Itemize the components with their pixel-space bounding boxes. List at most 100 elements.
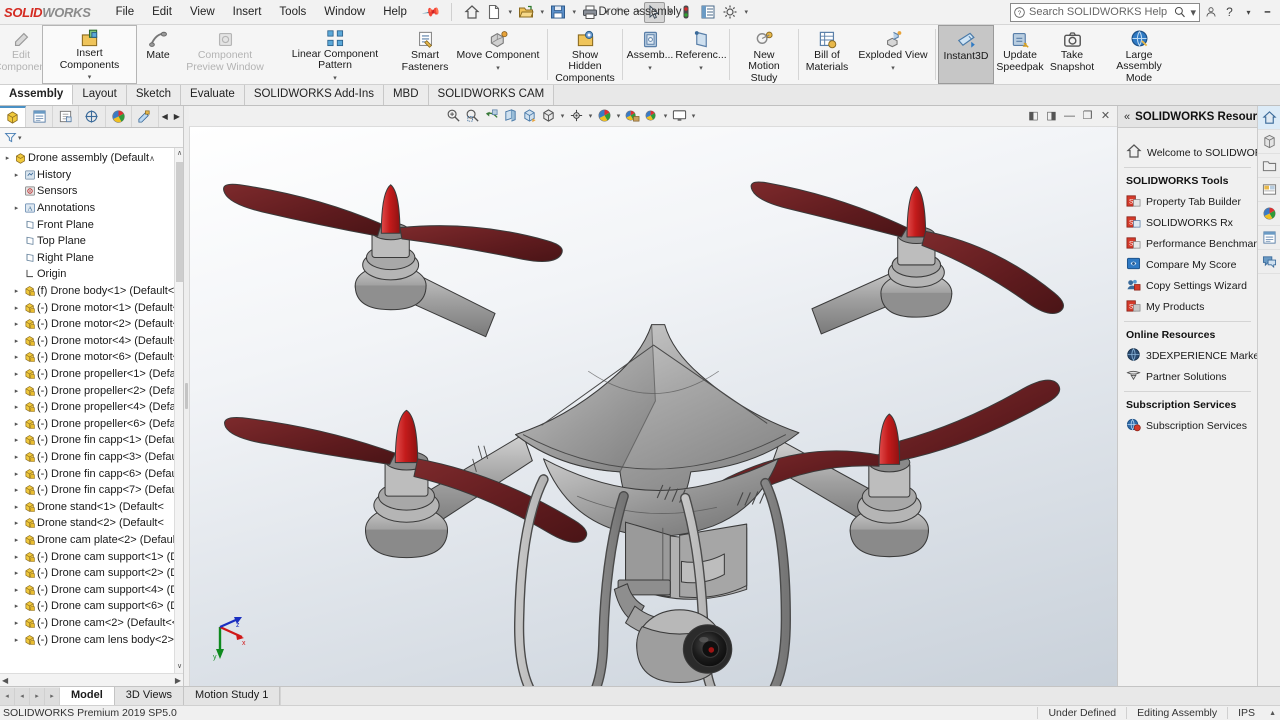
chevron-down-icon[interactable]: ▾ [88, 72, 92, 84]
tree-item-drone-cam-support-6-de[interactable]: ▸ (-) Drone cam support<6> (De [0, 598, 183, 615]
tree-expand-arrow[interactable]: ▸ [11, 586, 22, 594]
chevron-down-icon[interactable]: ▾ [742, 8, 751, 16]
ribbon-show-hidden-components-button[interactable]: Show Hidden Components [550, 25, 620, 84]
tree-expand-arrow[interactable]: ▸ [11, 353, 22, 361]
tree-root-item[interactable]: ▸ Drone assembly (Default∧ [0, 150, 183, 167]
menu-item-view[interactable]: View [181, 2, 224, 22]
configuration-manager-tab[interactable] [53, 106, 80, 127]
tree-item-drone-fin-capp-6-defaul[interactable]: ▸ (-) Drone fin capp<6> (Defaul [0, 465, 183, 482]
tab-assembly[interactable]: Assembly [0, 85, 74, 105]
tree-expand-arrow[interactable]: ▸ [11, 553, 22, 561]
task-pane-item-property-tab-builder[interactable]: S Property Tab Builder [1122, 191, 1257, 212]
task-pane-item-3dexperience-marketplace[interactable]: 3DEXPERIENCE Marketplace [1122, 345, 1257, 366]
chevron-down-icon[interactable]: ▾ [689, 112, 698, 120]
tree-expand-arrow[interactable]: ▸ [11, 287, 22, 295]
print-icon[interactable] [580, 2, 601, 23]
chevron-down-icon[interactable]: ▾ [699, 63, 703, 75]
tree-expand-arrow[interactable]: ▸ [11, 519, 22, 527]
tree-tab-scroll-left-icon[interactable]: ◀ [159, 106, 171, 127]
tree-collapse-icon[interactable]: ∧ [149, 154, 166, 163]
tree-expand-arrow[interactable]: ▸ [11, 536, 22, 544]
tree-expand-arrow[interactable]: ▸ [2, 154, 13, 162]
chevron-down-icon[interactable]: ▾ [661, 112, 670, 120]
chevron-down-icon[interactable]: ▾ [891, 63, 895, 75]
chevron-down-icon[interactable]: ▾ [333, 73, 337, 85]
previous-view-icon[interactable] [482, 106, 501, 125]
minimize-doc-icon[interactable]: — [1061, 107, 1078, 124]
tree-item-top-plane[interactable]: Top Plane [0, 233, 183, 250]
minimize-window-icon[interactable]: ━ [1259, 3, 1276, 22]
tree-item-origin[interactable]: Origin [0, 266, 183, 283]
display-manager-tab[interactable] [106, 106, 133, 127]
tree-expand-arrow[interactable]: ▸ [11, 636, 22, 644]
help-question-icon[interactable]: ? [1221, 3, 1238, 22]
view-settings-icon[interactable] [642, 106, 661, 125]
task-pane-item-subscription-services[interactable]: Subscription Services [1122, 415, 1257, 436]
tree-expand-arrow[interactable]: ▸ [11, 453, 22, 461]
tree-expand-arrow[interactable]: ▸ [11, 420, 22, 428]
bottom-tab-motion-study-1[interactable]: Motion Study 1 [184, 687, 281, 705]
prev-tab-icon[interactable]: ◂ [15, 687, 30, 705]
tree-item-history[interactable]: ▸ History [0, 167, 183, 184]
tree-tab-scroll-right-icon[interactable]: ▶ [171, 106, 183, 127]
tree-expand-arrow[interactable]: ▸ [11, 602, 22, 610]
tree-item-sensors[interactable]: Sensors [0, 183, 183, 200]
tree-item-drone-motor-4-default[interactable]: ▸ (-) Drone motor<4> (Default< [0, 333, 183, 350]
menu-item-insert[interactable]: Insert [224, 2, 271, 22]
ribbon-update-speedpak-button[interactable]: Update Speedpak [994, 25, 1046, 84]
ribbon-smart-fasteners-button[interactable]: Smart Fasteners [399, 25, 451, 84]
tree-item-drone-stand-1-default-d[interactable]: ▸ Drone stand<1> (Default< [0, 498, 183, 515]
new-document-icon[interactable] [484, 2, 505, 23]
tree-item-drone-cam-support-2-de[interactable]: ▸ (-) Drone cam support<2> (De [0, 565, 183, 582]
property-manager-tab[interactable] [26, 106, 53, 127]
bottom-tab-3d-views[interactable]: 3D Views [114, 687, 185, 705]
solidworks-forum-icon[interactable] [1258, 250, 1280, 274]
chevron-down-icon[interactable]: ▾ [570, 8, 579, 16]
ribbon-instant3d-button[interactable]: Instant3D [938, 25, 994, 84]
tree-item-drone-cam-support-4-de[interactable]: ▸ (-) Drone cam support<4> (De [0, 581, 183, 598]
close-doc-icon[interactable]: ✕ [1097, 107, 1114, 124]
tree-item-front-plane[interactable]: Front Plane [0, 216, 183, 233]
tree-item-drone-fin-capp-1-defaul[interactable]: ▸ (-) Drone fin capp<1> (Defaul [0, 432, 183, 449]
custom-properties-icon[interactable] [1258, 226, 1280, 250]
menu-item-edit[interactable]: Edit [143, 2, 181, 22]
viewport-layout-icon[interactable] [670, 106, 689, 125]
tree-vertical-scrollbar[interactable]: ∧ ∨ [174, 148, 183, 673]
next-tab-icon[interactable]: ▸ [30, 687, 45, 705]
tree-expand-arrow[interactable]: ▸ [11, 619, 22, 627]
edit-appearance-icon[interactable] [595, 106, 614, 125]
task-pane-item-partner-solutions[interactable]: Partner Solutions [1122, 366, 1257, 387]
tree-expand-arrow[interactable]: ▸ [11, 470, 22, 478]
task-pane-item-copy-settings-wizard[interactable]: Copy Settings Wizard [1122, 275, 1257, 296]
task-pane-home-icon[interactable] [1258, 106, 1280, 130]
tree-item-drone-motor-6-default[interactable]: ▸ (-) Drone motor<6> (Default< [0, 349, 183, 366]
tree-item-drone-propeller-2-defau[interactable]: ▸ (-) Drone propeller<2> (Defau [0, 382, 183, 399]
tree-item-drone-cam-support-1-de[interactable]: ▸ (-) Drone cam support<1> (De [0, 548, 183, 565]
status-expand-icon[interactable]: ▲ [1265, 710, 1280, 717]
tree-expand-arrow[interactable]: ▸ [11, 370, 22, 378]
tree-expand-arrow[interactable]: ▸ [11, 337, 22, 345]
drone-assembly-model[interactable] [190, 127, 1117, 686]
undo-icon[interactable] [612, 2, 633, 23]
tree-horizontal-scrollbar[interactable]: ◀ ▶ [0, 673, 183, 686]
scrollbar-thumb[interactable] [176, 162, 183, 282]
scroll-down-icon[interactable]: ∨ [176, 662, 183, 672]
tree-item-drone-propeller-1-defau[interactable]: ▸ (-) Drone propeller<1> (Defau [0, 366, 183, 383]
tree-item-drone-propeller-6-defau[interactable]: ▸ (-) Drone propeller<6> (Defau [0, 416, 183, 433]
last-tab-icon[interactable]: ▸ [45, 687, 60, 705]
task-pane-item-performance-benchmark-test[interactable]: S Performance Benchmark Test [1122, 233, 1257, 254]
chevron-down-icon[interactable]: ▾ [1190, 6, 1196, 19]
chevron-down-icon[interactable]: ▾ [558, 112, 567, 120]
tree-expand-arrow[interactable]: ▸ [11, 486, 22, 494]
settings-gear-icon[interactable] [720, 2, 741, 23]
chevron-down-icon[interactable]: ▾ [602, 8, 611, 16]
tree-expand-arrow[interactable]: ▸ [11, 569, 22, 577]
ribbon-exploded-view-button[interactable]: Exploded View ▾ [853, 25, 933, 84]
ribbon-mate-button[interactable]: Mate [137, 25, 179, 84]
task-pane-item-solidworks-rx[interactable]: S SOLIDWORKS Rx [1122, 212, 1257, 233]
ribbon-linear-component-pattern-button[interactable]: Linear Component Pattern ▾ [271, 25, 399, 84]
select-arrow-icon[interactable] [643, 1, 665, 23]
tree-item-drone-cam-plate-2-default[interactable]: ▸ Drone cam plate<2> (Default [0, 532, 183, 549]
chevron-down-icon[interactable]: ▾ [1240, 3, 1257, 22]
tree-expand-arrow[interactable]: ▸ [11, 320, 22, 328]
